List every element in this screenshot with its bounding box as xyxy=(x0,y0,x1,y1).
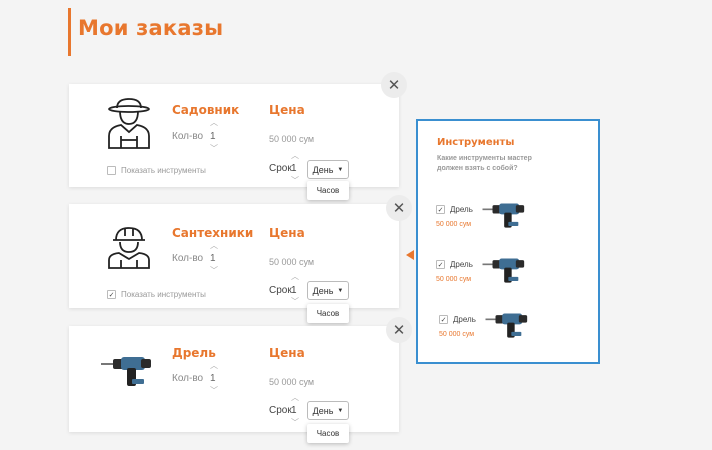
term-value[interactable]: 1 xyxy=(291,405,297,416)
unit-select[interactable]: День ▼ xyxy=(307,401,349,420)
qty-decrease-icon[interactable]: ﹀ xyxy=(210,387,218,395)
tool-price: 50 000 сум xyxy=(439,331,475,338)
caret-down-icon: ▼ xyxy=(337,287,344,294)
tool-name: Дрель xyxy=(450,260,473,269)
unit-select-value: День xyxy=(312,164,334,175)
close-icon: ✕ xyxy=(387,77,401,94)
qty-increase-icon[interactable]: ︿ xyxy=(210,242,218,250)
caret-down-icon: ▼ xyxy=(337,407,344,414)
gardener-icon xyxy=(107,98,151,155)
term-label: Срок xyxy=(269,163,292,174)
tool-price: 50 000 сум xyxy=(436,276,472,283)
unit-option-hours[interactable]: Часов xyxy=(307,181,349,200)
qty-label: Кол-во xyxy=(172,373,204,384)
term-increase-icon[interactable]: ︿ xyxy=(291,152,299,160)
show-tools-checkbox[interactable]: ✓ xyxy=(107,290,116,299)
show-tools-label: Показать инструменты xyxy=(121,290,206,299)
price-label: Цена xyxy=(269,226,305,240)
order-name: Сантехники xyxy=(172,226,254,240)
order-card-gardener: Садовник Цена ︿ Кол-во 1 ﹀ 50 000 сум ︿ … xyxy=(69,84,399,187)
drill-icon xyxy=(482,201,528,236)
close-icon: ✕ xyxy=(392,322,406,339)
close-order-drill-button[interactable]: ✕ xyxy=(386,317,412,343)
price-label: Цена xyxy=(269,103,305,117)
term-increase-icon[interactable]: ︿ xyxy=(291,394,299,402)
order-name: Дрель xyxy=(172,346,216,360)
tool-price: 50 000 сум xyxy=(436,221,472,228)
qty-value[interactable]: 1 xyxy=(210,131,216,142)
unit-select[interactable]: День ▼ xyxy=(307,281,349,300)
title-accent-bar xyxy=(68,8,71,56)
qty-decrease-icon[interactable]: ﹀ xyxy=(210,267,218,275)
page-title: Мои заказы xyxy=(78,16,224,40)
show-tools-checkbox[interactable] xyxy=(107,166,116,175)
qty-label: Кол-во xyxy=(172,131,204,142)
term-label: Срок xyxy=(269,405,292,416)
qty-value[interactable]: 1 xyxy=(210,373,216,384)
unit-select-value: День xyxy=(312,405,334,416)
qty-increase-icon[interactable]: ︿ xyxy=(210,362,218,370)
term-value[interactable]: 1 xyxy=(291,163,297,174)
tool-name: Дрель xyxy=(453,315,476,324)
show-tools-toggle[interactable]: Показать инструменты xyxy=(107,166,206,175)
show-tools-toggle[interactable]: ✓ Показать инструменты xyxy=(107,290,206,299)
order-name: Садовник xyxy=(172,103,240,117)
tool-checkbox[interactable]: ✓ xyxy=(436,205,445,214)
drill-icon xyxy=(101,354,155,395)
term-value[interactable]: 1 xyxy=(291,285,297,296)
order-card-plumber: Сантехники Цена ︿ Кол-во 1 ﹀ 50 000 сум … xyxy=(69,204,399,308)
tool-checkbox[interactable]: ✓ xyxy=(436,260,445,269)
term-label: Срок xyxy=(269,285,292,296)
order-card-drill: Дрель Цена ︿ Кол-во 1 ﹀ 50 000 сум ︿ Сро… xyxy=(69,326,399,432)
qty-value[interactable]: 1 xyxy=(210,253,216,264)
tools-panel-title: Инструменты xyxy=(437,137,515,148)
tool-checkbox-label[interactable]: ✓ Дрель xyxy=(436,205,473,214)
term-decrease-icon[interactable]: ﹀ xyxy=(291,177,299,185)
term-decrease-icon[interactable]: ﹀ xyxy=(291,298,299,306)
close-icon: ✕ xyxy=(392,200,406,217)
tool-checkbox-label[interactable]: ✓ Дрель xyxy=(439,315,476,324)
show-tools-label: Показать инструменты xyxy=(121,166,206,175)
close-order-gardener-button[interactable]: ✕ xyxy=(381,72,407,98)
order-price: 50 000 сум xyxy=(269,377,315,387)
term-decrease-icon[interactable]: ﹀ xyxy=(291,419,299,427)
tools-panel-subtitle: Какие инструменты мастер должен взять с … xyxy=(437,155,532,172)
unit-select-value: День xyxy=(312,285,334,296)
qty-decrease-icon[interactable]: ﹀ xyxy=(210,145,218,153)
order-price: 50 000 сум xyxy=(269,134,315,144)
tool-name: Дрель xyxy=(450,205,473,214)
qty-label: Кол-во xyxy=(172,253,204,264)
tools-panel: Инструменты Какие инструменты мастер дол… xyxy=(416,119,600,364)
unit-option-hours[interactable]: Часов xyxy=(307,424,349,443)
term-increase-icon[interactable]: ︿ xyxy=(291,273,299,281)
tool-checkbox[interactable]: ✓ xyxy=(439,315,448,324)
qty-increase-icon[interactable]: ︿ xyxy=(210,119,218,127)
unit-select[interactable]: День ▼ xyxy=(307,160,349,179)
unit-option-hours[interactable]: Часов xyxy=(307,304,349,323)
order-price: 50 000 сум xyxy=(269,257,315,267)
drill-icon xyxy=(482,256,528,291)
price-label: Цена xyxy=(269,346,305,360)
caret-down-icon: ▼ xyxy=(337,166,344,173)
tool-checkbox-label[interactable]: ✓ Дрель xyxy=(436,260,473,269)
panel-pointer-icon xyxy=(406,250,414,260)
close-order-plumber-button[interactable]: ✕ xyxy=(386,195,412,221)
plumber-icon xyxy=(107,226,151,275)
drill-icon xyxy=(485,311,531,346)
